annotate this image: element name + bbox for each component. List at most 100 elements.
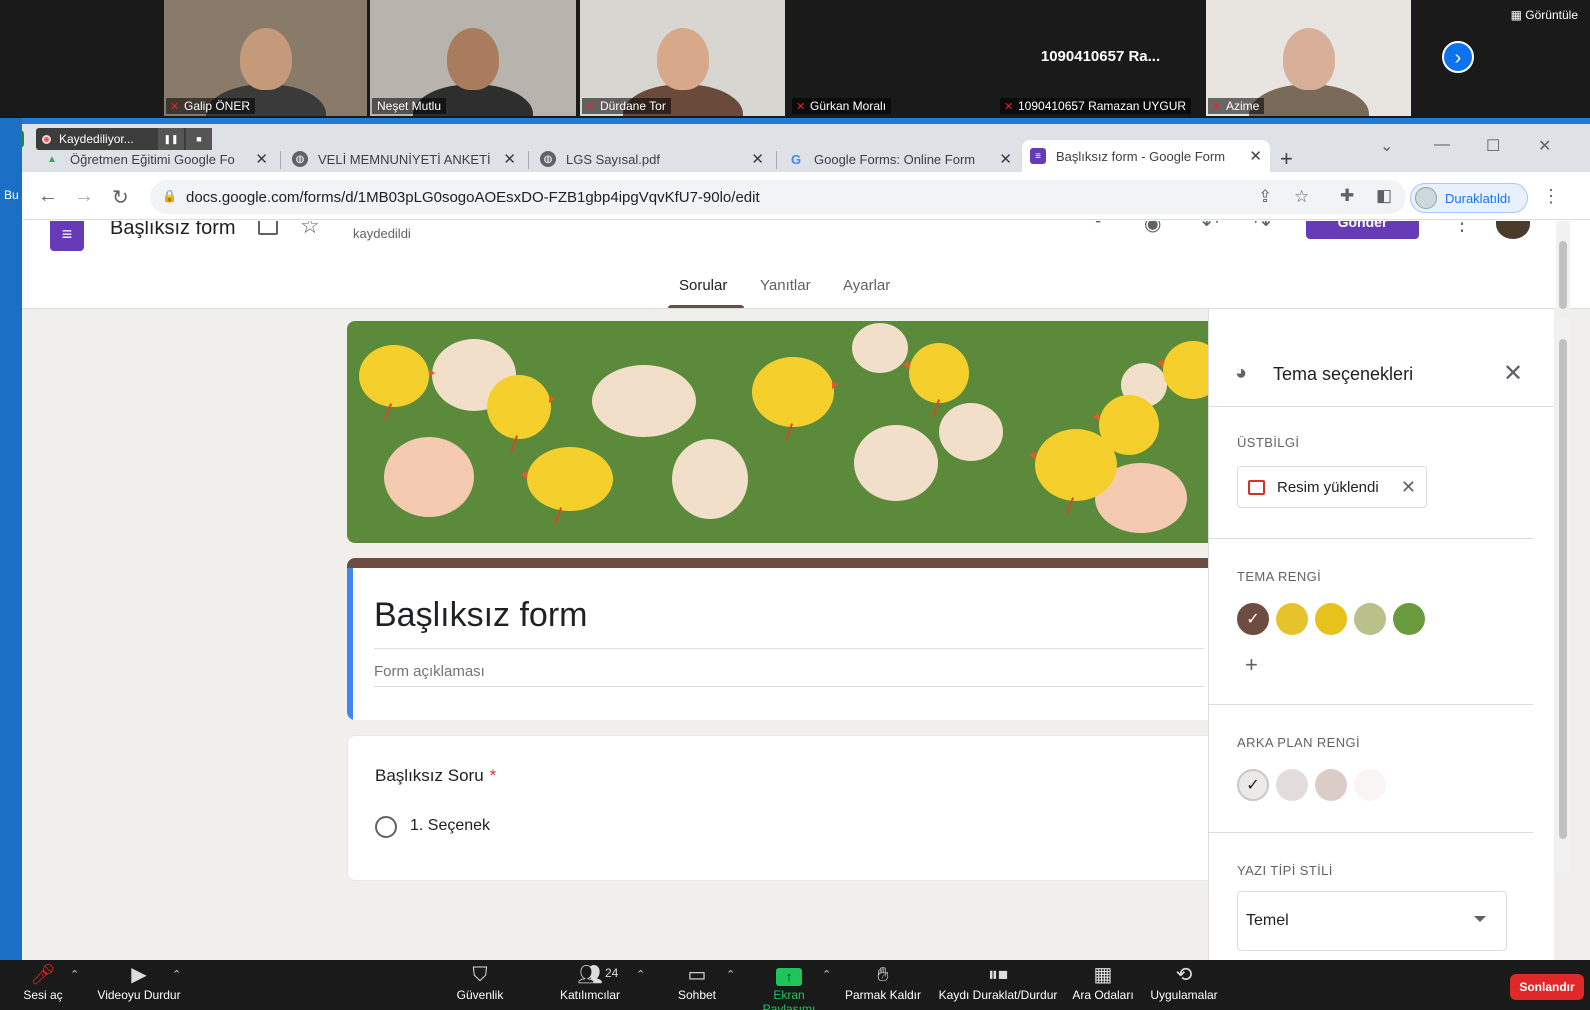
unmute-button[interactable]: 🎤︎ Sesi aç xyxy=(20,962,66,1008)
preview-eye-icon[interactable]: ◉ xyxy=(1144,221,1161,236)
side-panel-icon[interactable]: ◧ xyxy=(1376,186,1392,206)
maximize-icon[interactable]: ☐ xyxy=(1486,136,1500,156)
apps-button[interactable]: ⟲ Uygulamalar xyxy=(1148,962,1220,1008)
header-section: ÜSTBİLGİ Resim yüklendi ✕ xyxy=(1209,407,1533,539)
remove-image-icon[interactable]: ✕ xyxy=(1401,477,1416,498)
leg xyxy=(509,435,519,453)
leg xyxy=(383,403,393,421)
participants-button[interactable]: 👥︎ 24 Katılımcılar xyxy=(553,962,627,1008)
more-options-icon[interactable]: ⋮ xyxy=(1452,221,1472,236)
profile-paused-chip[interactable]: Duraklatıldı xyxy=(1410,183,1528,213)
send-button[interactable]: Gönder xyxy=(1306,221,1419,239)
minimize-icon[interactable]: — xyxy=(1434,136,1450,154)
browser-window: ✓ Kaydediliyor... ❚❚ ■ ▲ Öğretmen Eğitim… xyxy=(22,124,1590,960)
chevron-up-icon[interactable]: ⌃ xyxy=(726,968,735,981)
address-bar[interactable]: 🔒 docs.google.com/forms/d/1MB03pLG0sogoA… xyxy=(150,180,1406,214)
lock-icon: 🔒 xyxy=(162,189,177,203)
save-status: kaydedildi xyxy=(353,226,411,241)
color-swatch[interactable] xyxy=(1276,769,1308,801)
forward-icon[interactable]: → xyxy=(74,185,94,208)
forms-logo-icon[interactable]: ≡ xyxy=(50,221,84,251)
muted-mic-icon: 🎤︎ xyxy=(30,964,56,986)
tab-sorular[interactable]: Sorular xyxy=(679,277,727,294)
color-swatch[interactable] xyxy=(1315,603,1347,635)
color-swatch[interactable]: ✓ xyxy=(1237,603,1269,635)
breakout-rooms-button[interactable]: ▦ Ara Odaları xyxy=(1072,962,1134,1008)
color-swatch[interactable]: ✓ xyxy=(1237,769,1269,801)
redo-icon[interactable]: ↷ xyxy=(1254,221,1271,236)
form-title[interactable]: Başlıksız form xyxy=(374,596,587,635)
close-tab-icon[interactable]: ✕ xyxy=(1249,147,1262,165)
chevron-up-icon[interactable]: ⌃ xyxy=(636,968,645,981)
palette-icon[interactable]: ◔ xyxy=(1090,221,1102,234)
tab-ayarlar[interactable]: Ayarlar xyxy=(843,277,890,294)
raise-hand-button[interactable]: ✋︎ Parmak Kaldır xyxy=(844,962,922,1008)
color-swatch[interactable] xyxy=(1315,769,1347,801)
close-tab-icon[interactable]: ✕ xyxy=(999,150,1012,168)
color-swatch[interactable] xyxy=(1393,603,1425,635)
end-meeting-button[interactable]: Sonlandır xyxy=(1510,974,1584,1000)
participant-tile[interactable]: ✕ Dürdane Tor xyxy=(580,0,785,116)
close-window-icon[interactable]: ✕ xyxy=(1538,136,1551,156)
chrome-menu-icon[interactable]: ⋮ xyxy=(1542,186,1560,207)
share-screen-button[interactable]: ↑ Ekran Paylaşımı xyxy=(746,962,832,1010)
browser-tab[interactable]: ◍ VELİ MEMNUNİYETİ ANKETİ ✕ xyxy=(284,146,524,172)
close-icon[interactable]: ✕ xyxy=(1503,359,1523,388)
close-tab-icon[interactable]: ✕ xyxy=(751,150,764,168)
gallery-next-icon[interactable]: › xyxy=(1442,41,1474,73)
tab-yanitlar[interactable]: Yanıtlar xyxy=(760,277,811,294)
leg xyxy=(931,399,941,417)
tab-separator xyxy=(280,151,281,169)
reload-icon[interactable]: ↻ xyxy=(112,185,129,210)
add-color-icon[interactable]: + xyxy=(1245,652,1258,678)
section-label: YAZI TİPİ STİLİ xyxy=(1237,863,1333,878)
participant-tile-novideo[interactable]: ✕ Gürkan Moralı xyxy=(790,0,995,116)
participant-tile[interactable]: Neşet Mutlu xyxy=(370,0,576,116)
security-button[interactable]: ⛉ Güvenlik xyxy=(450,962,510,1008)
folder-icon[interactable] xyxy=(258,221,278,235)
tab-search-icon[interactable]: ⌄ xyxy=(1380,136,1393,156)
browser-tab[interactable]: ◍ LGS Sayısal.pdf ✕ xyxy=(532,146,772,172)
browser-tab[interactable]: G Google Forms: Online Form ✕ xyxy=(780,146,1020,172)
color-swatch[interactable] xyxy=(1276,603,1308,635)
uploaded-image-chip[interactable]: Resim yüklendi ✕ xyxy=(1237,466,1427,508)
form-description-input[interactable]: Form açıklaması xyxy=(374,663,485,680)
zoom-gallery: ✕ Galip ÖNER Neşet Mutlu ✕ Dürdane Tor ✕ Gü… xyxy=(0,0,1590,118)
avatar[interactable] xyxy=(1496,221,1530,239)
back-icon[interactable]: ← xyxy=(38,185,58,208)
bookmark-star-icon[interactable]: ☆ xyxy=(1294,187,1309,207)
participant-tile-novideo[interactable]: 1090410657 Ra... ✕ 1090410657 Ramazan UYG… xyxy=(998,0,1203,116)
chat-button[interactable]: ▭ Sohbet xyxy=(672,962,722,1008)
browser-tab-active[interactable]: ≡ Başlıksız form - Google Form ✕ xyxy=(1022,140,1270,172)
chevron-up-icon[interactable]: ⌃ xyxy=(70,968,79,981)
chevron-up-icon[interactable]: ⌃ xyxy=(172,968,181,981)
star-icon[interactable]: ☆ xyxy=(300,221,320,239)
font-style-select[interactable]: Temel xyxy=(1237,891,1507,951)
question-card[interactable]: Başlıksız Soru * 1. Seçenek xyxy=(347,735,1227,881)
view-button[interactable]: ▦ Görüntüle xyxy=(1511,8,1578,22)
undo-icon[interactable]: ↶ xyxy=(1202,221,1219,236)
pause-stop-recording-button[interactable]: ⏸︎⏹︎ Kaydı Duraklat/Durdur xyxy=(936,962,1060,1008)
participant-name: ✕ Azime xyxy=(1208,98,1265,114)
document-title[interactable]: Başlıksız form xyxy=(110,221,236,240)
panel-scrollbar[interactable] xyxy=(1556,319,1570,872)
question-title[interactable]: Başlıksız Soru * xyxy=(375,766,496,786)
browser-tab[interactable]: ▲ Öğretmen Eğitimi Google Fo ✕ xyxy=(36,146,276,172)
form-title-card[interactable]: Başlıksız form Form açıklaması xyxy=(347,558,1227,720)
close-tab-icon[interactable]: ✕ xyxy=(255,150,268,168)
new-tab-icon[interactable]: + xyxy=(1280,146,1293,172)
share-icon[interactable]: ⇪ xyxy=(1258,187,1272,207)
color-swatch[interactable] xyxy=(1354,769,1386,801)
scroll-thumb[interactable] xyxy=(1559,241,1567,309)
grid-icon: ▦ xyxy=(1510,8,1526,22)
color-swatch[interactable] xyxy=(1354,603,1386,635)
chevron-up-icon[interactable]: ⌃ xyxy=(822,968,831,981)
radio-button[interactable] xyxy=(375,816,397,838)
scroll-thumb[interactable] xyxy=(1559,339,1567,839)
page-scrollbar[interactable] xyxy=(1556,221,1570,309)
participant-tile[interactable]: ✕ Galip ÖNER xyxy=(164,0,367,116)
close-tab-icon[interactable]: ✕ xyxy=(503,150,516,168)
participant-tile[interactable]: ✕ Azime xyxy=(1206,0,1411,116)
extensions-icon[interactable]: ✚ xyxy=(1340,186,1354,206)
option-label[interactable]: 1. Seçenek xyxy=(410,817,490,835)
